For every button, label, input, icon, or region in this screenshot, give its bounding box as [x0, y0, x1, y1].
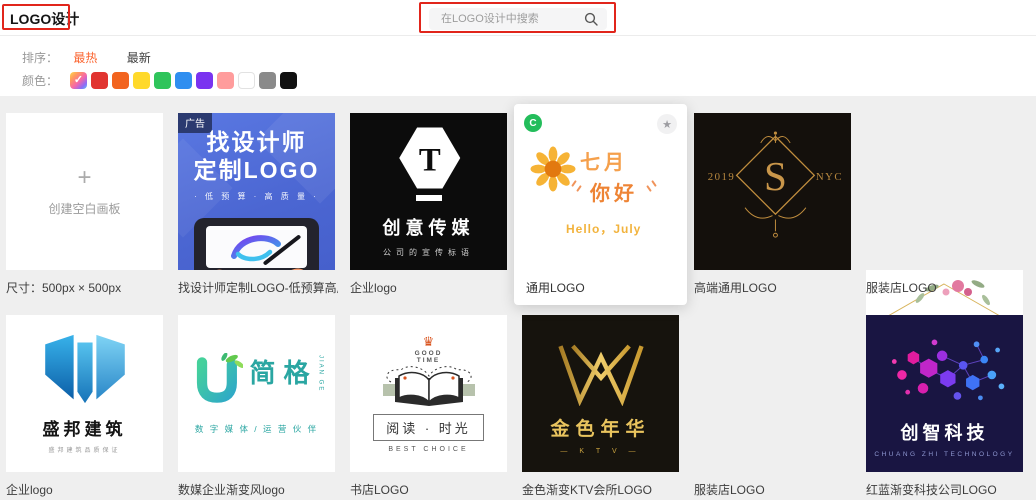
logo-title: 阅读 · 时光: [373, 413, 484, 441]
gradient-u-leaf-logo: [197, 352, 244, 403]
color-swatch-blue[interactable]: [175, 72, 193, 89]
ad-title-line2: 定制LOGO: [193, 156, 320, 183]
color-swatch-yellow[interactable]: [133, 72, 151, 89]
logo-text-line2: 你好: [571, 177, 657, 206]
logo-title: 金色年华: [550, 419, 651, 440]
color-swatch-green[interactable]: [154, 72, 172, 89]
template-card-ktv[interactable]: 金色年华 — K T V —: [522, 315, 679, 472]
page-title: LOGO设计: [10, 11, 80, 27]
tablet-screen: [206, 226, 307, 268]
card-caption: 金色渐变KTV会所LOGO: [522, 483, 653, 497]
card-caption: 服装店LOGO: [694, 483, 765, 497]
plus-icon: +: [77, 164, 92, 191]
card-caption: 通用LOGO: [526, 281, 585, 295]
logo-subtitle: BEST CHOICE: [388, 445, 469, 453]
color-swatches: ✓: [70, 72, 301, 89]
logo-title: 创智科技: [900, 423, 989, 443]
favorite-star-icon[interactable]: ★: [657, 114, 677, 134]
search-input[interactable]: [429, 8, 607, 30]
svg-text:S: S: [764, 153, 787, 199]
color-swatch-pink[interactable]: [217, 72, 235, 89]
ad-title-line1: 找设计师: [206, 129, 307, 155]
template-card-shengbang[interactable]: 盛邦建筑 盛邦建筑品质保证: [6, 315, 163, 472]
logo-subtitle: 公司的宣传标语: [383, 247, 474, 257]
create-blank-label: 创建空白画板: [48, 202, 121, 216]
crown-icon: ♛: [422, 333, 435, 349]
color-swatch-purple[interactable]: [196, 72, 214, 89]
ad-badge: 广告: [178, 113, 212, 133]
card-caption: 服装店LOGO: [866, 281, 937, 295]
gold-crown-w-logo: [557, 344, 644, 406]
check-icon: ✓: [73, 74, 84, 86]
template-card-monogram[interactable]: S 2019 NYC: [694, 113, 851, 270]
card-caption: 红蓝渐变科技公司LOGO: [866, 483, 997, 497]
color-label: 颜色：: [22, 74, 59, 88]
tick-decoration: [646, 185, 652, 192]
template-card-july-hovered[interactable]: C ★ 七月 你好 Hello，July 通用LOGO: [514, 104, 687, 305]
svg-text:T: T: [418, 142, 440, 178]
logo-subtitle: 数 字 媒 体 / 运 营 伙 伴: [194, 423, 319, 434]
template-card-bookstore[interactable]: ♛ GOOD TIME 阅读 · 时光 BEST CHOICE: [350, 315, 507, 472]
card-caption: 高端通用LOGO: [694, 281, 777, 295]
color-swatch-gray[interactable]: [259, 72, 277, 89]
color-filter-row: 颜色： ✓: [22, 72, 301, 89]
sort-row: 排序： 最热 最新: [22, 49, 151, 66]
svg-text:NYC: NYC: [816, 171, 843, 183]
header: LOGO设计: [0, 0, 1036, 36]
card-caption: 企业logo: [350, 281, 397, 295]
ad-titles: 找设计师 定制LOGO · 低 预 算 · 高 质 量 ·: [178, 129, 335, 202]
logo-subtitle: CHUANG ZHI TECHNOLOGY: [874, 451, 1015, 458]
page: LOGO设计 排序： 最热 最新 颜色： ✓: [0, 0, 1036, 500]
sunflower-icon: [530, 146, 576, 192]
color-swatch-black[interactable]: [280, 72, 298, 89]
logo-side-text: JIAN GE: [317, 354, 324, 392]
search-icon[interactable]: [584, 12, 598, 26]
card-caption: 企业logo: [6, 483, 53, 497]
template-card-tech[interactable]: 创智科技 CHUANG ZHI TECHNOLOGY: [866, 315, 1023, 472]
svg-text:2019: 2019: [708, 171, 735, 183]
tick-decoration: [651, 180, 657, 187]
logo-base-bar: [415, 194, 442, 201]
logo-text-english: Hello，July: [566, 222, 642, 236]
sort-label: 排序：: [22, 51, 59, 65]
logo-subtitle: 盛邦建筑品质保证: [48, 448, 121, 454]
logo-title: 创意传媒: [382, 217, 475, 238]
logo-top-text: GOOD TIME: [414, 349, 443, 364]
jiange-logo: 简格 JIAN GE: [189, 352, 324, 407]
template-card-jiange[interactable]: 简格 JIAN GE 数 字 媒 体 / 运 营 伙 伴: [178, 315, 335, 472]
card-caption: 书店LOGO: [350, 483, 409, 497]
search-bar[interactable]: [429, 8, 607, 30]
logo-text-line1: 七月: [580, 152, 628, 174]
july-logo: 七月 你好: [530, 146, 657, 206]
tablet-illustration: [194, 218, 319, 270]
blue-building-logo: [44, 334, 125, 404]
template-card-chuangyi[interactable]: T 创意传媒 公司的宣传标语: [350, 113, 507, 270]
create-blank-card[interactable]: + 创建空白画板: [6, 113, 163, 270]
color-swatch-orange[interactable]: [112, 72, 130, 89]
logo-title: 简格: [249, 357, 318, 388]
card-caption: 尺寸：500px × 500px: [6, 281, 122, 295]
card-caption: 数媒企业渐变风logo: [178, 483, 285, 497]
gradient-dots-brain-logo: [891, 339, 1004, 401]
copyright-badge: C: [524, 114, 542, 132]
sort-option-hot[interactable]: 最热: [73, 51, 97, 65]
filter-panel: 排序： 最热 最新 颜色： ✓: [0, 36, 1036, 96]
color-swatch-white[interactable]: [238, 72, 256, 89]
logo-title: 盛邦建筑: [42, 420, 127, 439]
ad-card[interactable]: 广告 找设计师 定制LOGO · 低 预 算 · 高 质 量 ·: [178, 113, 335, 270]
open-book-icon: [382, 365, 475, 406]
tick-decoration: [576, 185, 582, 192]
ad-subtitle: · 低 预 算 · 高 质 量 ·: [194, 192, 319, 202]
sort-option-new[interactable]: 最新: [127, 51, 151, 65]
logo-subtitle: — K T V —: [560, 448, 641, 455]
color-swatch-red[interactable]: [91, 72, 109, 89]
hexagon-bulb-logo: T: [398, 126, 460, 189]
gold-monogram-logo: S 2019 NYC: [708, 131, 843, 238]
color-swatch-all[interactable]: ✓: [70, 72, 88, 89]
card-caption: 找设计师定制LOGO-低预算高质量: [178, 281, 338, 295]
